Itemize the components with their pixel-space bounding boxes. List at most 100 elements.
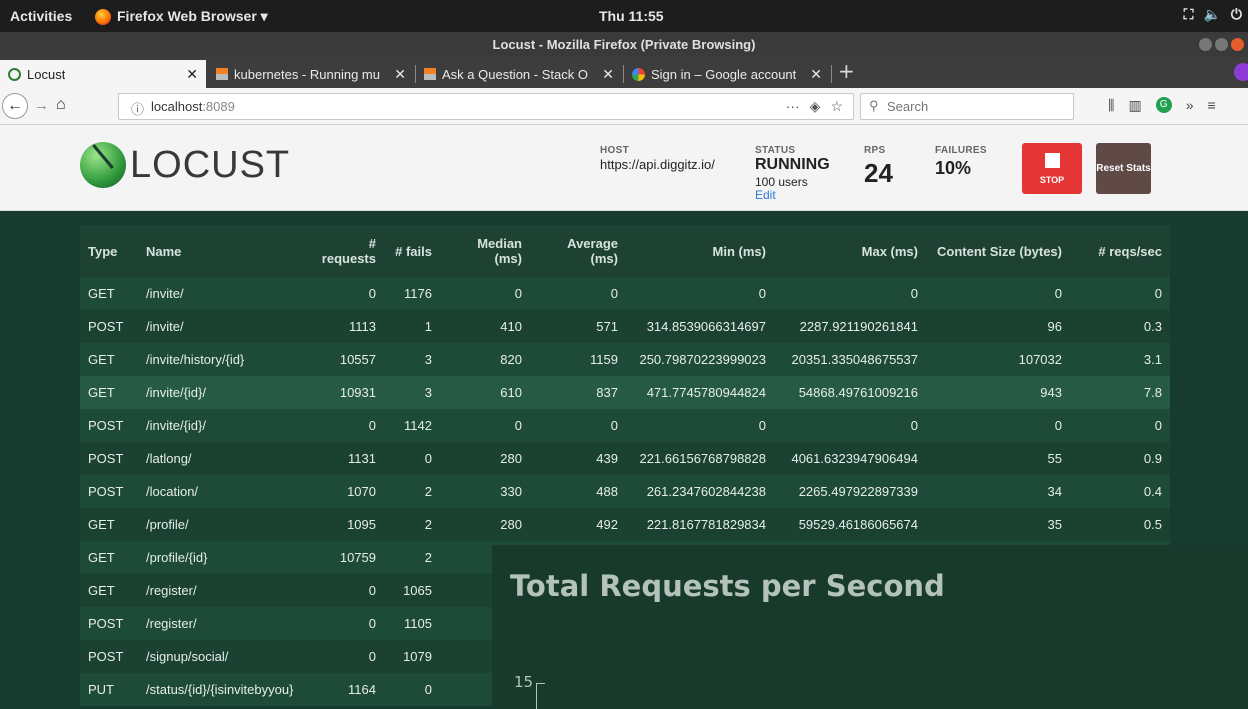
cell-fails: 3 (384, 343, 440, 376)
reset-stats-button[interactable]: Reset Stats (1096, 143, 1151, 194)
cell-requests: 0 (308, 607, 384, 640)
brand-name: LOCUST (130, 144, 291, 186)
close-window-icon[interactable] (1231, 38, 1244, 51)
cell-name: /latlong/ (138, 442, 308, 475)
table-row[interactable]: GET/invite/{id}/10931 3 610 837 471.77457809… (80, 376, 1170, 409)
grammarly-icon[interactable]: G (1155, 97, 1172, 113)
cell-name: /profile/ (138, 508, 308, 541)
failures-label: FAILURES (935, 145, 987, 156)
column-header[interactable]: Min (ms) (626, 225, 774, 277)
search-input[interactable] (887, 97, 1067, 116)
table-row[interactable]: GET/profile/1095 2 280 492 221.8167781829834… (80, 508, 1170, 541)
new-tab-button[interactable]: + (838, 59, 855, 83)
clock[interactable]: Thu 11:55 (599, 8, 664, 24)
cell-requests: 10557 (308, 343, 384, 376)
column-header[interactable]: Name (138, 225, 308, 277)
cell-max: 2265.497922897339 (774, 475, 926, 508)
table-header-row: Type Name # requests # fails Median (ms)… (80, 225, 1170, 277)
cell-median: 820 (440, 343, 530, 376)
tab-kubernetes[interactable]: kubernetes - Running mu ✕ (208, 60, 414, 88)
app-menu[interactable]: Firefox Web Browser ▾ (95, 8, 268, 25)
table-row[interactable]: GET/invite/history/{id} 10557 3 820 1159 250.… (80, 343, 1170, 376)
cell-min: 261.2347602844238 (626, 475, 774, 508)
edit-link[interactable]: Edit (755, 188, 776, 202)
info-icon[interactable]: ⓘ (131, 99, 144, 118)
maximize-icon[interactable] (1215, 38, 1228, 51)
pocket-icon[interactable]: ◈ (810, 98, 821, 115)
table-row[interactable]: POST/invite/1113 1 410 571 314.8539066314697… (80, 310, 1170, 343)
cell-type: POST (80, 409, 138, 442)
column-header[interactable]: # fails (384, 225, 440, 277)
bookmark-star-icon[interactable]: ☆ (830, 98, 843, 115)
close-tab-icon[interactable]: ✕ (394, 66, 406, 83)
cell-fails: 2 (384, 508, 440, 541)
status-value: RUNNING (755, 156, 830, 173)
system-tray[interactable]: ⛶ 🔈 ⏻ (1184, 6, 1242, 23)
column-header[interactable]: Average (ms) (530, 225, 626, 277)
stop-button[interactable]: STOP (1022, 143, 1082, 194)
column-header[interactable]: Max (ms) (774, 225, 926, 277)
cell-name: /register/ (138, 574, 308, 607)
activities-button[interactable]: Activities (10, 8, 72, 24)
minimize-icon[interactable] (1199, 38, 1212, 51)
column-header[interactable]: Content Size (bytes) (926, 225, 1070, 277)
cell-reqs-sec: 0.4 (1070, 475, 1170, 508)
table-row[interactable]: POST/location/1070 2 330 488 261.23476028442… (80, 475, 1170, 508)
cell-type: GET (80, 574, 138, 607)
tab-ask-question[interactable]: Ask a Question - Stack O ✕ (416, 60, 622, 88)
cell-median: 0 (440, 277, 530, 310)
hamburger-menu-icon[interactable]: ≡ (1207, 97, 1215, 114)
url-bar[interactable]: ⓘ localhost:8089 ··· ◈ ☆ (118, 93, 854, 120)
cell-type: GET (80, 376, 138, 409)
column-header[interactable]: Type (80, 225, 138, 277)
library-icon[interactable]: ⫼ (1108, 97, 1114, 114)
search-bar[interactable]: ⚲ (860, 93, 1074, 120)
tab-locust[interactable]: Locust ✕ (0, 60, 206, 88)
cell-average: 0 (530, 409, 626, 442)
url-text[interactable]: localhost:8089 (151, 99, 235, 114)
cell-min: 0 (626, 409, 774, 442)
cell-name: /profile/{id} (138, 541, 308, 574)
y-axis-tick-label: 15 (514, 673, 534, 691)
table-row[interactable]: POST/invite/{id}/0 1142 0 0 0 0 0 0 (80, 409, 1170, 442)
stop-label: STOP (1039, 175, 1065, 185)
tab-google-signin[interactable]: Sign in – Google account ✕ (624, 60, 830, 88)
close-tab-icon[interactable]: ✕ (186, 66, 198, 83)
locust-header: LOCUST HOST https://api.diggitz.io/ STAT… (0, 125, 1248, 211)
table-row[interactable]: GET/invite/0 1176 0 0 0 0 0 0 (80, 277, 1170, 310)
cell-average: 1159 (530, 343, 626, 376)
cell-fails: 1142 (384, 409, 440, 442)
volume-icon: 🔈 (1203, 6, 1221, 22)
back-button[interactable]: ← (2, 93, 28, 119)
column-header[interactable]: Median (ms) (440, 225, 530, 277)
overflow-menu-icon[interactable]: » (1186, 97, 1194, 114)
cell-fails: 1 (384, 310, 440, 343)
close-tab-icon[interactable]: ✕ (810, 66, 822, 83)
sidebar-icon[interactable]: ▥ (1128, 97, 1141, 114)
cell-max: 0 (774, 409, 926, 442)
page-actions-menu-icon[interactable]: ··· (786, 98, 800, 115)
window-title: Locust - Mozilla Firefox (Private Browsi… (492, 37, 756, 52)
column-header[interactable]: # reqs/sec (1070, 225, 1170, 277)
tab-separator (831, 65, 832, 83)
column-header[interactable]: # requests (308, 225, 384, 277)
stackoverflow-icon (216, 68, 228, 80)
cell-min: 221.8167781829834 (626, 508, 774, 541)
toolbar-icons: ⫼ ▥ G » ≡ (1108, 97, 1216, 114)
host-value: https://api.diggitz.io/ (600, 157, 715, 172)
forward-button[interactable]: → (34, 97, 49, 114)
tab-title: Ask a Question - Stack O (442, 66, 588, 82)
cell-fails: 1079 (384, 640, 440, 673)
cell-content-size: 943 (926, 376, 1070, 409)
cell-type: GET (80, 277, 138, 310)
app-menu-label: Firefox Web Browser ▾ (117, 8, 268, 24)
cell-content-size: 0 (926, 409, 1070, 442)
cell-max: 4061.6323947906494 (774, 442, 926, 475)
cell-max: 20351.335048675537 (774, 343, 926, 376)
home-button[interactable]: ⌂ (56, 96, 66, 114)
cell-requests: 1131 (308, 442, 384, 475)
cell-reqs-sec: 0.3 (1070, 310, 1170, 343)
table-row[interactable]: POST/latlong/1131 0 280 439 221.661567687988… (80, 442, 1170, 475)
close-tab-icon[interactable]: ✕ (602, 66, 614, 83)
cell-type: POST (80, 310, 138, 343)
